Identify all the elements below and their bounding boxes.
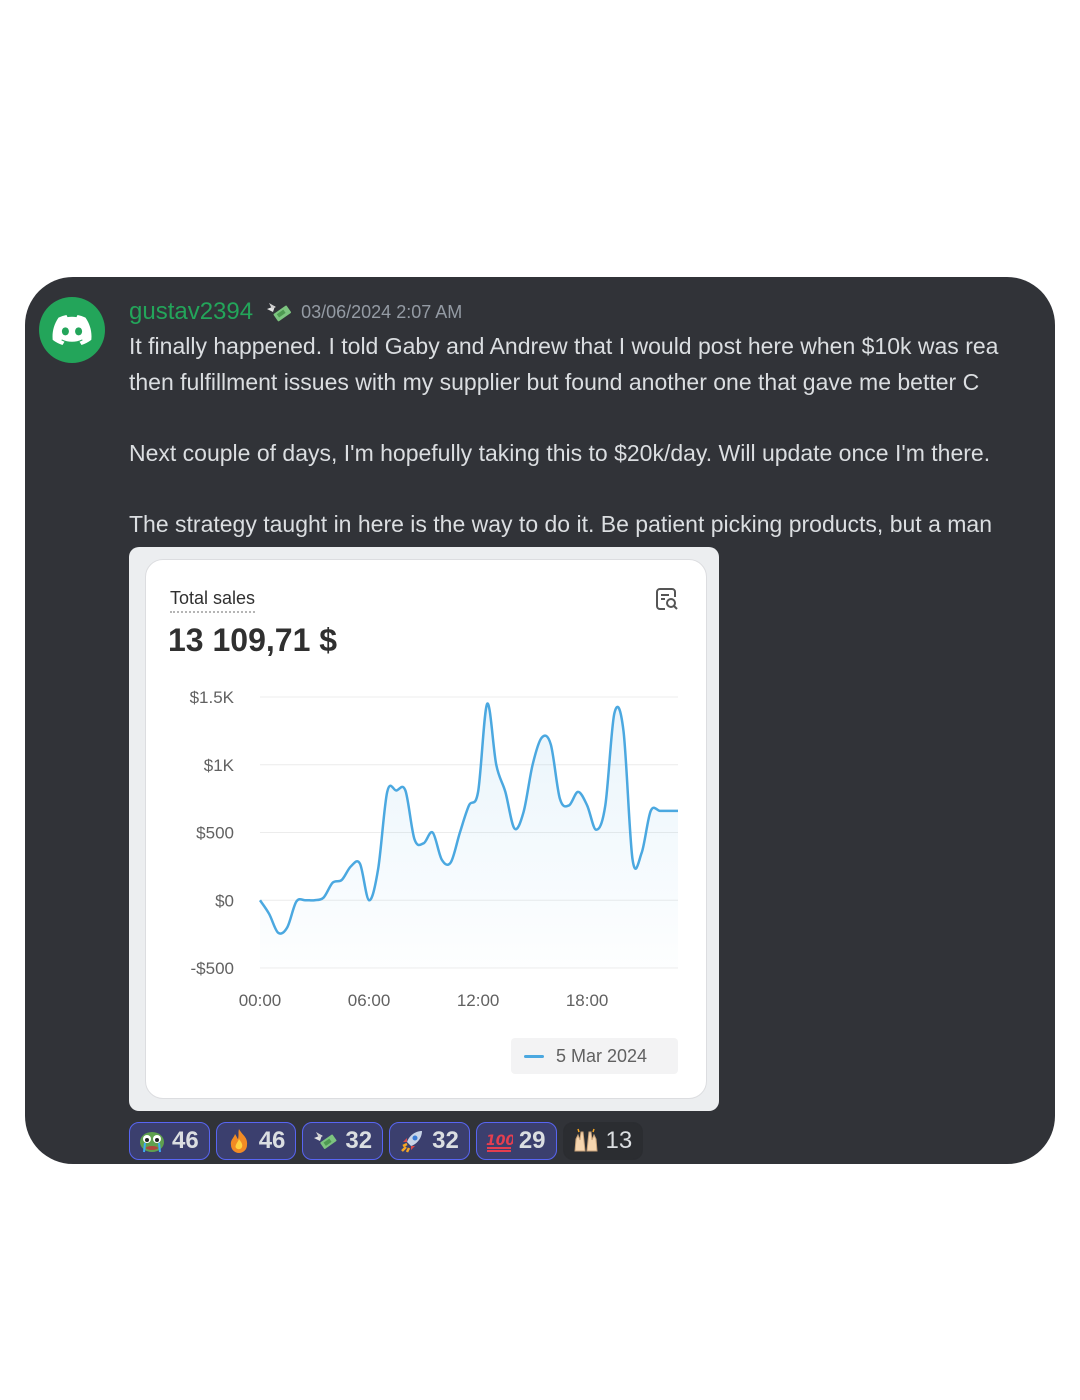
sales-panel: Total sales 13 109,71 $ $1.5K $1K $500 $0 -$… bbox=[145, 559, 707, 1099]
reactions-bar: 46 46 32 32 100 29 13 bbox=[129, 1122, 644, 1160]
reaction-money-wings[interactable]: 32 bbox=[302, 1122, 384, 1160]
legend-label: 5 Mar 2024 bbox=[556, 1045, 648, 1066]
username[interactable]: gustav2394 bbox=[129, 298, 253, 326]
message-card: gustav2394 03/06/2024 2:07 AM It finally… bbox=[25, 277, 1055, 1164]
x-tick-label: 18:00 bbox=[566, 991, 609, 1010]
svg-text:100: 100 bbox=[486, 1133, 513, 1149]
rocket-icon bbox=[398, 1127, 426, 1155]
hundred-points-icon: 100 bbox=[485, 1127, 513, 1155]
message-header: gustav2394 03/06/2024 2:07 AM bbox=[129, 295, 1055, 329]
money-wings-icon bbox=[311, 1127, 339, 1155]
y-tick-label: $1.5K bbox=[190, 688, 235, 707]
y-tick-label: -$500 bbox=[191, 959, 234, 978]
reaction-pepe-cry[interactable]: 46 bbox=[129, 1122, 210, 1160]
reaction-count: 46 bbox=[172, 1127, 199, 1154]
series-area bbox=[260, 703, 678, 968]
x-tick-label: 12:00 bbox=[457, 991, 500, 1010]
money-wings-role-icon bbox=[263, 297, 293, 327]
message-line: It finally happened. I told Gaby and And… bbox=[129, 333, 999, 359]
reaction-fire[interactable]: 46 bbox=[215, 1122, 297, 1160]
fire-icon bbox=[225, 1127, 253, 1155]
x-tick-label: 00:00 bbox=[239, 991, 282, 1010]
image-attachment[interactable]: Total sales 13 109,71 $ $1.5K $1K $500 $0 -$… bbox=[129, 547, 719, 1111]
legend-swatch bbox=[524, 1054, 544, 1058]
reaction-count: 32 bbox=[345, 1127, 373, 1154]
y-tick-label: $1K bbox=[204, 756, 235, 775]
reaction-count: 46 bbox=[258, 1127, 286, 1154]
pepe-cry-icon bbox=[138, 1127, 166, 1155]
message-line: then fulfillment issues with my supplier… bbox=[129, 368, 980, 395]
reaction-count: 13 bbox=[605, 1127, 633, 1154]
x-tick-label: 06:00 bbox=[348, 991, 391, 1010]
reaction-count: 32 bbox=[432, 1127, 459, 1154]
sales-line-chart: $1.5K $1K $500 $0 -$500 00:00 06:00 12:00 18:00 bbox=[190, 688, 678, 1010]
message-line: Next couple of days, I'm hopefully takin… bbox=[129, 439, 991, 466]
reaction-count: 29 bbox=[518, 1127, 546, 1154]
y-tick-label: $500 bbox=[196, 824, 234, 843]
reaction-hundred-points[interactable]: 100 29 bbox=[475, 1122, 557, 1160]
message-timestamp: 03/06/2024 2:07 AM bbox=[301, 301, 463, 322]
y-tick-label: $0 bbox=[215, 891, 234, 910]
message-line: The strategy taught in here is the way t… bbox=[129, 510, 992, 537]
reaction-rocket[interactable]: 32 bbox=[389, 1122, 470, 1160]
raising-hands-icon bbox=[572, 1127, 600, 1155]
message-content: gustav2394 03/06/2024 2:07 AM It finally… bbox=[129, 295, 1055, 542]
chart-legend: 5 Mar 2024 bbox=[511, 1038, 678, 1074]
discord-avatar-icon[interactable] bbox=[39, 297, 105, 363]
reaction-raising-hands[interactable]: 13 bbox=[562, 1122, 644, 1160]
